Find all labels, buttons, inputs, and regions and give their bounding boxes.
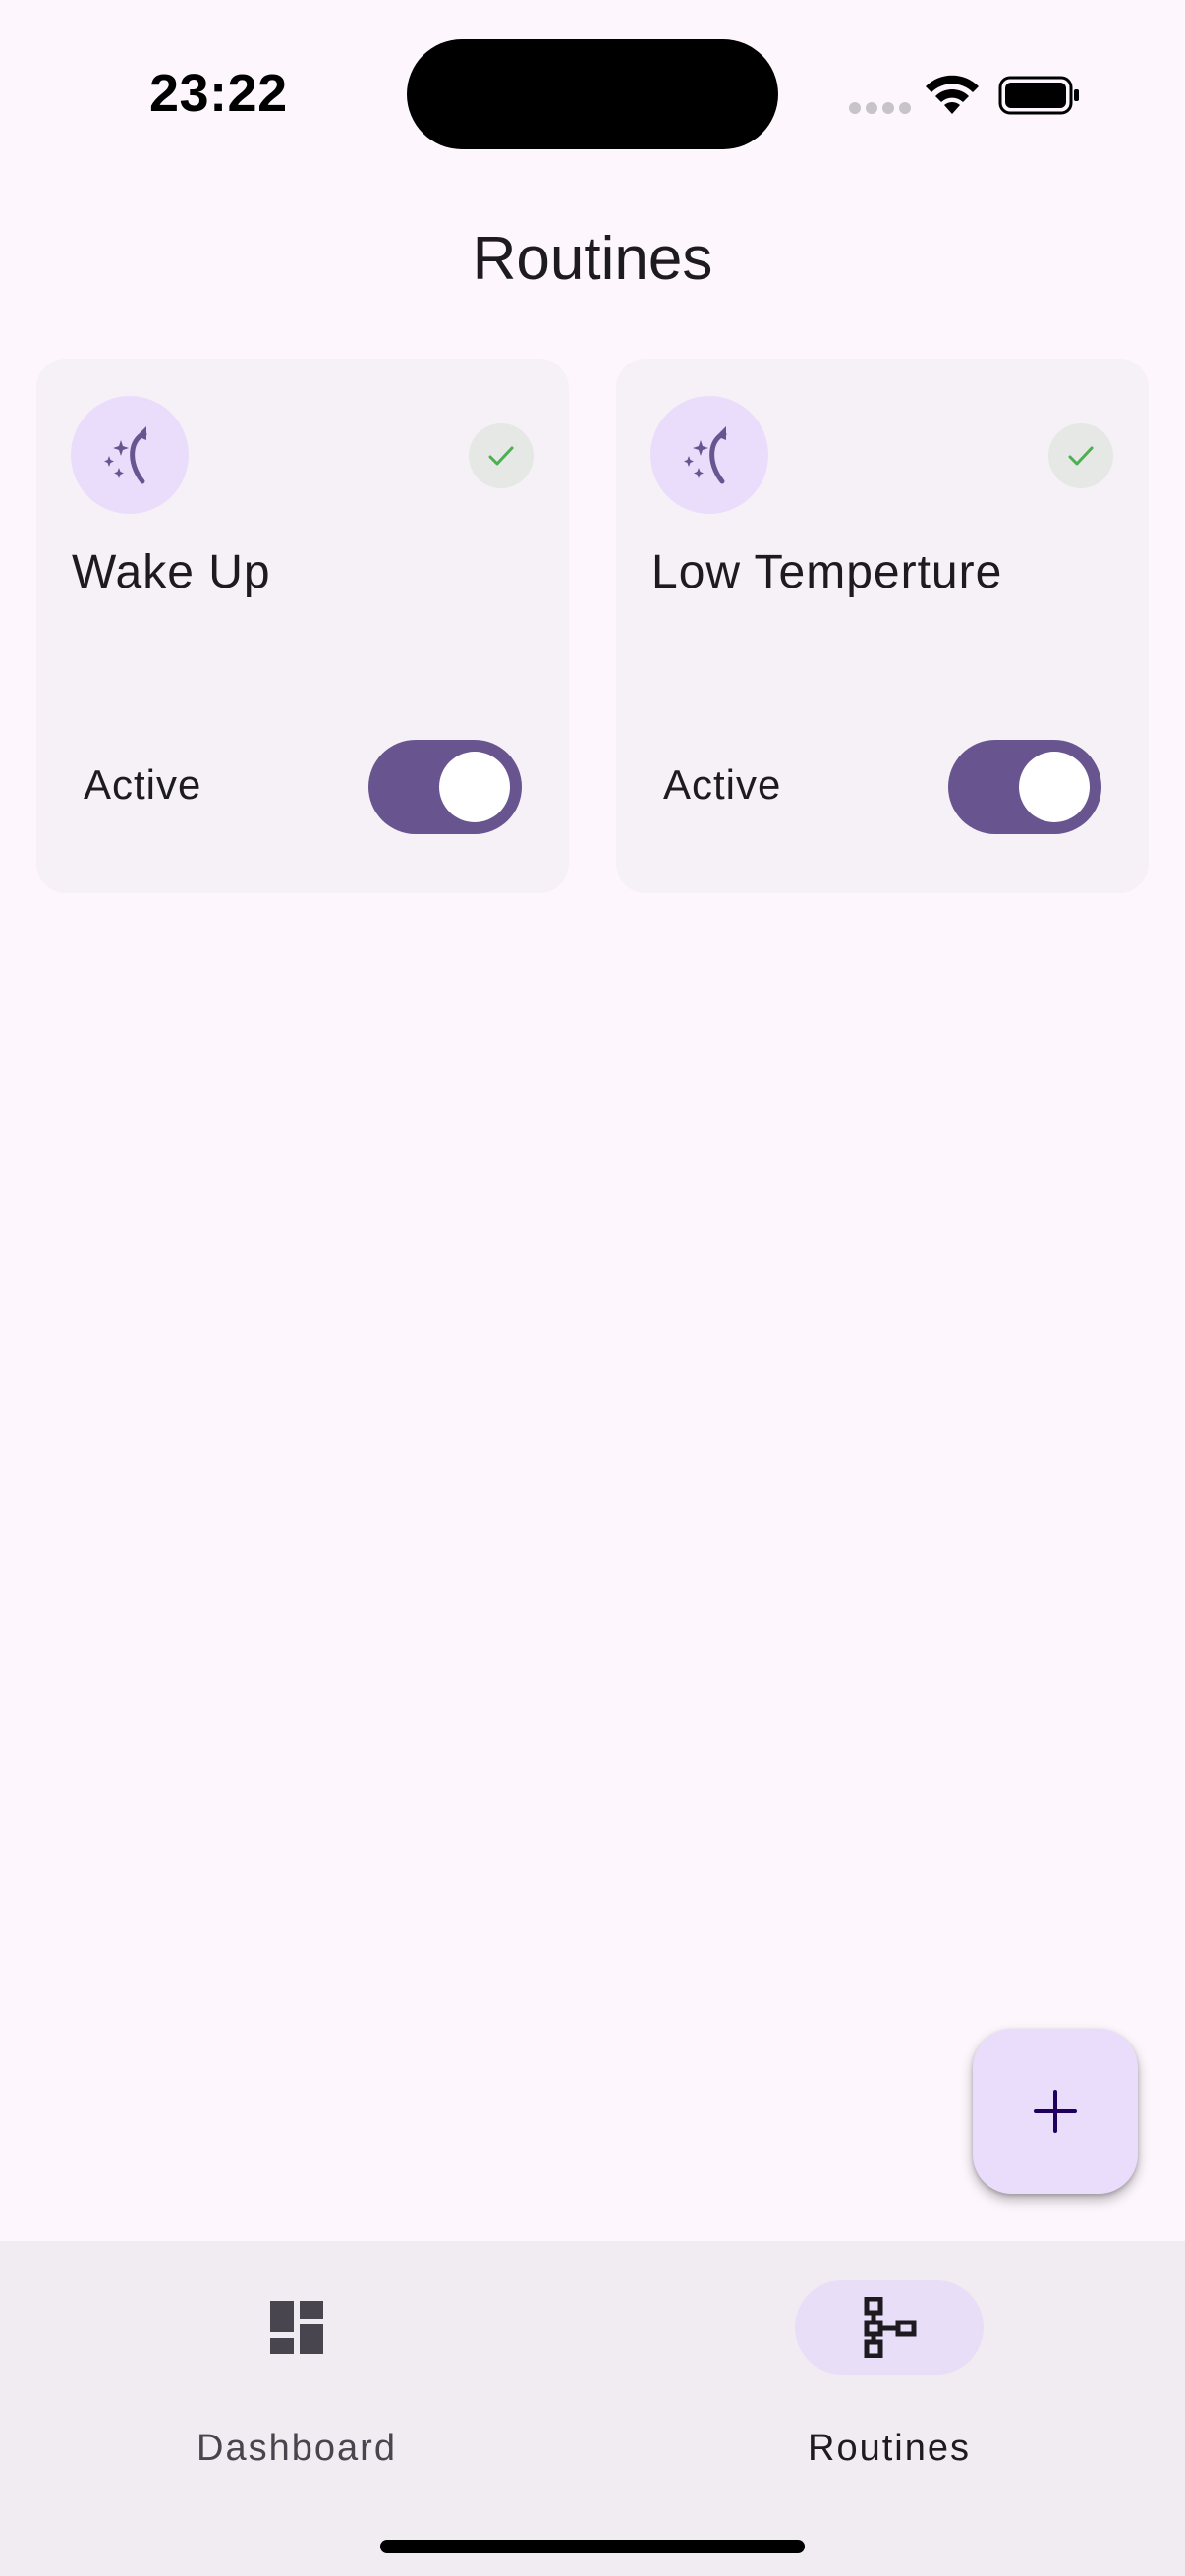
- routine-night-icon: [650, 396, 768, 514]
- check-icon: [1048, 423, 1113, 488]
- nav-label-routines: Routines: [808, 2428, 971, 2469]
- active-label: Active: [84, 761, 202, 808]
- routines-icon: [864, 2297, 917, 2358]
- active-toggle[interactable]: [948, 740, 1101, 834]
- routine-name: Wake Up: [72, 546, 271, 598]
- nav-label-dashboard: Dashboard: [197, 2428, 397, 2469]
- nav-item-routines[interactable]: Routines: [742, 2280, 1037, 2469]
- bottom-navigation: Dashboard Routines: [0, 2241, 1185, 2576]
- dynamic-island: [407, 39, 778, 149]
- nav-pill: [202, 2280, 391, 2375]
- nav-item-dashboard[interactable]: Dashboard: [149, 2280, 444, 2469]
- dashboard-icon: [270, 2301, 323, 2354]
- plus-icon: [1034, 2090, 1077, 2133]
- routine-card-wake-up[interactable]: Wake Up Active: [36, 359, 569, 893]
- app-screen: 23:22 Routines Wake Up Active Low Temper…: [0, 0, 1185, 2576]
- battery-icon: [998, 76, 1079, 115]
- home-indicator: [380, 2540, 805, 2553]
- check-icon: [469, 423, 534, 488]
- active-toggle[interactable]: [368, 740, 522, 834]
- status-bar: 23:22: [0, 0, 1185, 187]
- toggle-knob: [439, 752, 510, 822]
- signal-icon: [849, 102, 911, 114]
- wifi-icon: [926, 75, 979, 114]
- status-time: 23:22: [149, 64, 288, 123]
- active-label: Active: [663, 761, 782, 808]
- routine-night-icon: [71, 396, 189, 514]
- add-routine-button[interactable]: [973, 2029, 1138, 2194]
- routine-name: Low Temperture: [651, 546, 1003, 598]
- nav-pill-active: [795, 2280, 984, 2375]
- page-title: Routines: [472, 225, 713, 293]
- toggle-knob: [1019, 752, 1090, 822]
- routine-card-low-temperture[interactable]: Low Temperture Active: [616, 359, 1149, 893]
